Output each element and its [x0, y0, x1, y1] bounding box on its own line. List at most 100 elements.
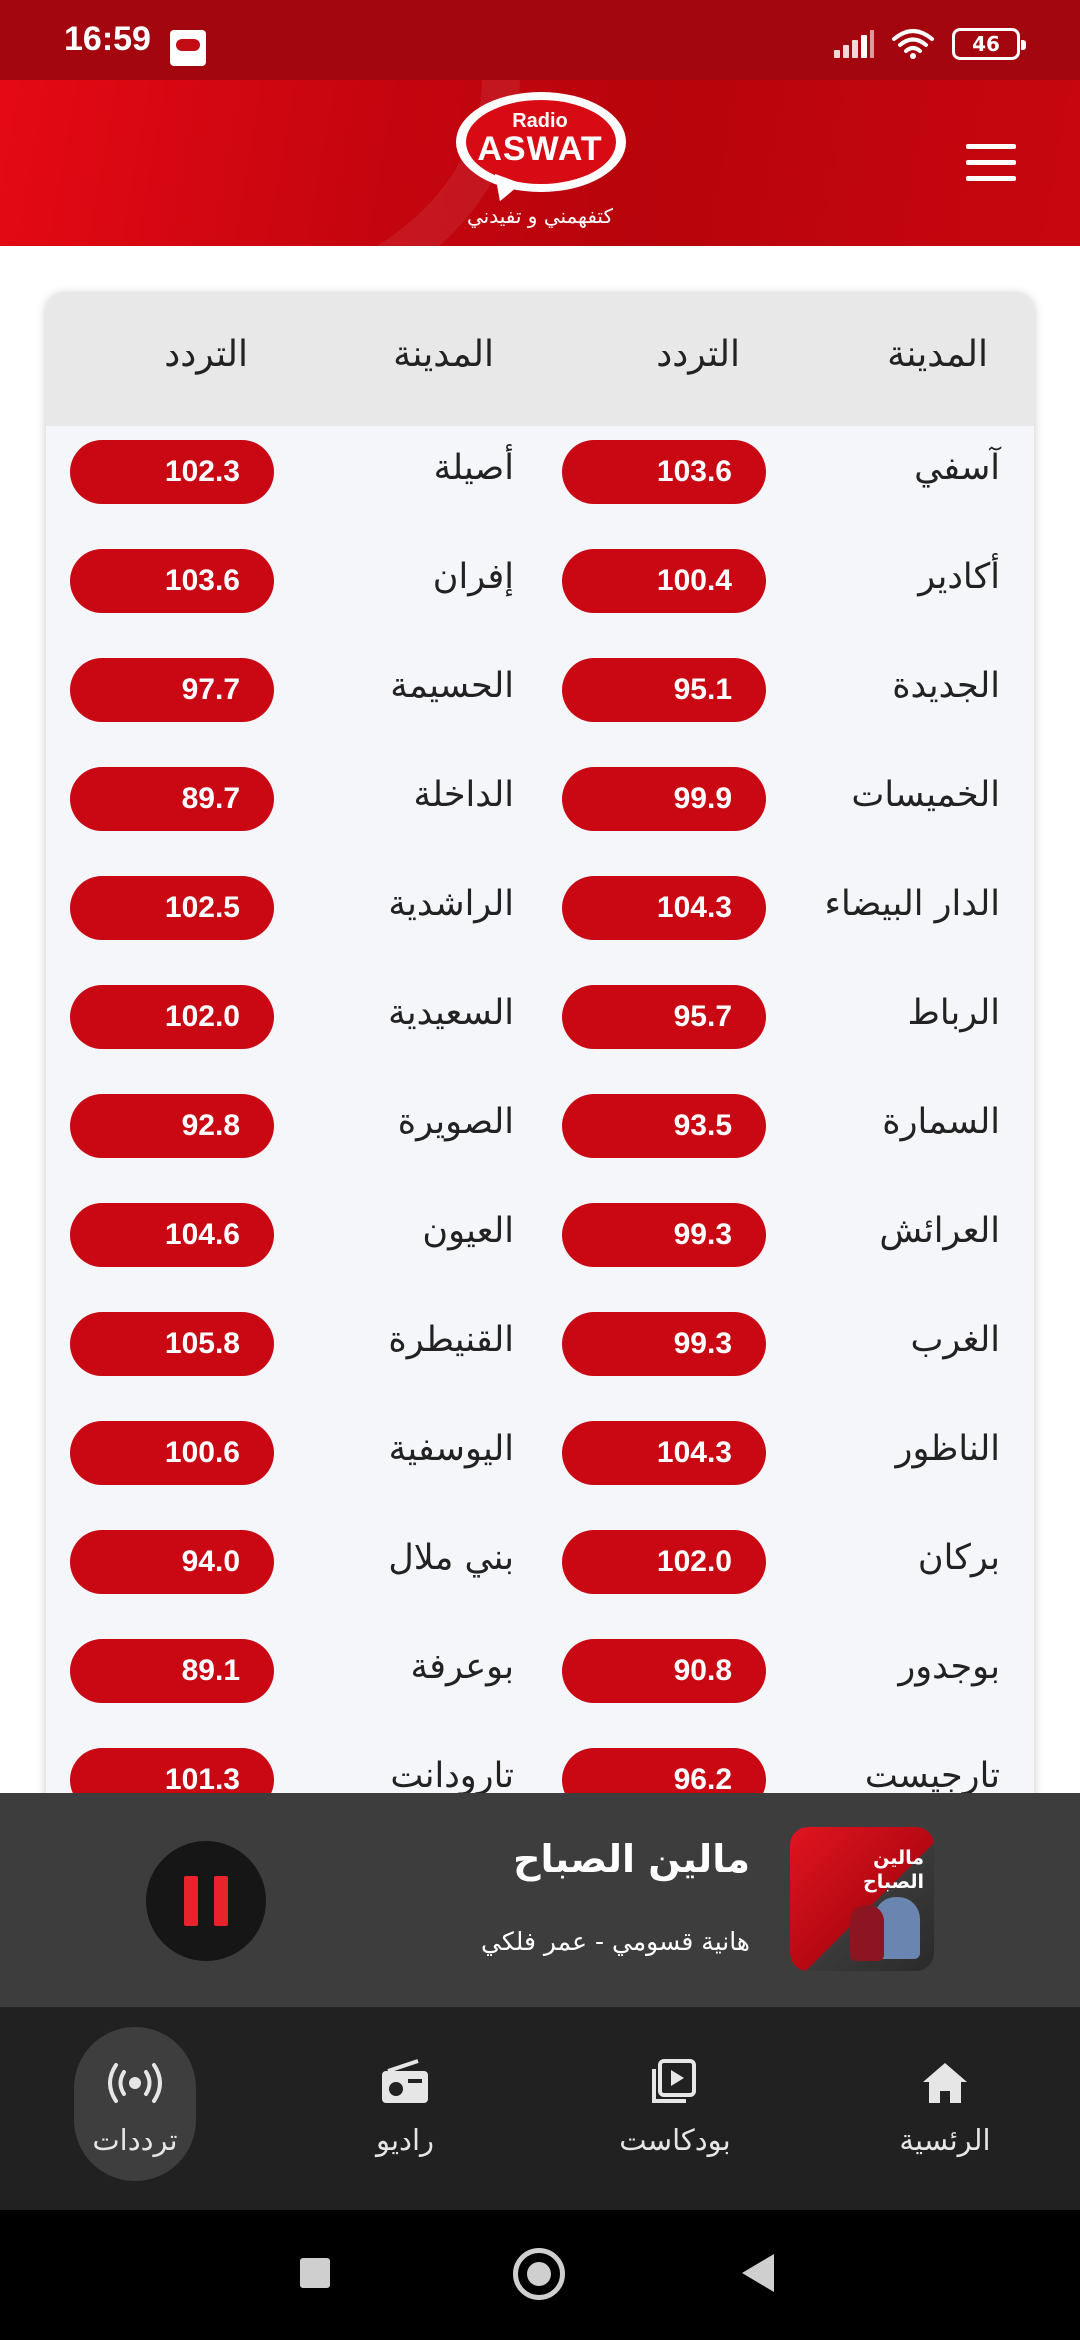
nav-label-radio: راديو [375, 2123, 435, 2157]
city-name: الجديدة [892, 666, 1000, 706]
table-row: الدار البيضاء 104.3 الراشدية 102.5 [46, 862, 1034, 971]
status-time: 16:59 [64, 20, 151, 58]
city-name: اليوسفية [388, 1429, 514, 1469]
frequency-badge[interactable]: 99.3 [562, 1203, 766, 1267]
now-playing-hosts: هانية قسومي - عمر فلكي [481, 1927, 750, 1956]
frequency-badge[interactable]: 104.3 [562, 1421, 766, 1485]
frequency-badge[interactable]: 95.7 [562, 985, 766, 1049]
city-name: أصيلة [433, 448, 514, 488]
city-name: آسفي [914, 448, 1000, 488]
frequency-badge[interactable]: 92.8 [70, 1094, 274, 1158]
header-city-a: المدينة [887, 334, 988, 375]
city-name: الرباط [907, 993, 1000, 1033]
pause-icon [184, 1876, 198, 1926]
frequency-badge[interactable]: 100.6 [70, 1421, 274, 1485]
frequency-badge[interactable]: 94.0 [70, 1530, 274, 1594]
table-row: الناظور 104.3 اليوسفية 100.6 [46, 1407, 1034, 1516]
frequency-badge[interactable]: 95.1 [562, 658, 766, 722]
logo-tagline: كتفهمني و تفيدني [467, 204, 613, 228]
city-name: العيون [422, 1211, 514, 1251]
now-playing-bar[interactable]: مالين الصباح هانية قسومي - عمر فلكي مالي… [0, 1793, 1080, 2007]
city-name: بوجدور [898, 1647, 1000, 1687]
frequency-badge[interactable]: 93.5 [562, 1094, 766, 1158]
app-header: Radio ASWAT كتفهمني و تفيدني [0, 80, 1080, 246]
table-row: الجديدة 95.1 الحسيمة 97.7 [46, 644, 1034, 753]
wifi-icon [892, 29, 934, 59]
city-name: أكادير [918, 557, 1000, 597]
system-navigation-bar [0, 2210, 1080, 2340]
city-name: الخميسات [851, 775, 1000, 815]
show-thumbnail: مالين الصباح [790, 1827, 934, 1971]
frequency-badge[interactable]: 103.6 [562, 440, 766, 504]
frequency-badge[interactable]: 89.1 [70, 1639, 274, 1703]
status-bar: 16:59 46 [0, 0, 1080, 80]
city-name: الغرب [910, 1320, 1000, 1360]
frequency-badge[interactable]: 102.5 [70, 876, 274, 940]
city-name: بني ملال [388, 1538, 514, 1578]
radio-aswat-logo[interactable]: Radio ASWAT كتفهمني و تفيدني [452, 86, 628, 236]
city-name: الراشدية [388, 884, 514, 924]
bottom-navigation: الرئسية بودكاست راديو ترددات [0, 2007, 1080, 2210]
table-row: الغرب 99.3 القنيطرة 105.8 [46, 1298, 1034, 1407]
back-icon[interactable] [742, 2254, 774, 2292]
city-name: إفران [432, 557, 514, 597]
city-name: الحسيمة [390, 666, 514, 706]
frequency-badge[interactable]: 104.6 [70, 1203, 274, 1267]
app-notification-icon [170, 30, 206, 66]
header-frequency-b: التردد [164, 334, 248, 375]
header-city-b: المدينة [393, 334, 494, 375]
city-name: السمارة [882, 1102, 1000, 1142]
city-name: بوعرفة [410, 1647, 514, 1687]
city-name: تارجيست [864, 1756, 1000, 1796]
thumbnail-title: مالين الصباح [863, 1847, 924, 1893]
nav-label-podcast: بودكاست [619, 2123, 731, 2157]
city-name: القنيطرة [388, 1320, 514, 1360]
frequency-badge[interactable]: 99.3 [562, 1312, 766, 1376]
table-row: بركان 102.0 بني ملال 94.0 [46, 1516, 1034, 1625]
thumbnail-host-image [850, 1905, 884, 1961]
frequency-badge[interactable]: 105.8 [70, 1312, 274, 1376]
table-header: المدينة التردد المدينة التردد [46, 292, 1034, 426]
table-row: العرائش 99.3 العيون 104.6 [46, 1189, 1034, 1298]
table-row: الرباط 95.7 السعيدية 102.0 [46, 971, 1034, 1080]
city-name: السعيدية [388, 993, 514, 1033]
city-name: تارودانت [390, 1756, 514, 1796]
nav-item-home[interactable]: الرئسية [884, 2027, 1006, 2181]
frequency-badge[interactable]: 97.7 [70, 658, 274, 722]
frequency-badge[interactable]: 102.0 [70, 985, 274, 1049]
table-row: الخميسات 99.9 الداخلة 89.7 [46, 753, 1034, 862]
radio-icon [382, 2059, 428, 2103]
table-row: بوجدور 90.8 بوعرفة 89.1 [46, 1625, 1034, 1734]
nav-label-home: الرئسية [899, 2123, 991, 2157]
frequency-badge[interactable]: 103.6 [70, 549, 274, 613]
frequency-badge[interactable]: 89.7 [70, 767, 274, 831]
table-row: آسفي 103.6 أصيلة 102.3 [46, 426, 1034, 535]
podcast-play-icon [652, 2059, 696, 2103]
home-button-icon[interactable] [513, 2248, 565, 2300]
frequency-badge[interactable]: 102.0 [562, 1530, 766, 1594]
logo-aswat-text: ASWAT [477, 130, 603, 168]
recent-apps-icon[interactable] [300, 2258, 330, 2288]
frequency-badge[interactable]: 99.9 [562, 767, 766, 831]
frequencies-table: المدينة التردد المدينة التردد آسفي 103.6 أ… [46, 292, 1034, 1812]
city-name: الداخلة [413, 775, 514, 815]
pause-button[interactable] [146, 1841, 266, 1961]
frequency-badge[interactable]: 100.4 [562, 549, 766, 613]
frequency-badge[interactable]: 102.3 [70, 440, 274, 504]
broadcast-icon [108, 2063, 162, 2103]
header-frequency-a: التردد [656, 334, 740, 375]
city-name: الدار البيضاء [824, 884, 1001, 924]
frequency-badge[interactable]: 104.3 [562, 876, 766, 940]
frequency-badge[interactable]: 90.8 [562, 1639, 766, 1703]
table-body: آسفي 103.6 أصيلة 102.3 أكادير 100.4 إفران 103.6… [46, 426, 1034, 1812]
home-icon [923, 2063, 967, 2103]
table-row: أكادير 100.4 إفران 103.6 [46, 535, 1034, 644]
city-name: الصويرة [397, 1102, 514, 1142]
nav-item-podcast[interactable]: بودكاست [614, 2027, 736, 2181]
battery-icon: 46 [952, 28, 1026, 60]
now-playing-title: مالين الصباح [513, 1837, 750, 1881]
nav-item-radio[interactable]: راديو [344, 2027, 466, 2181]
city-name: العرائش [879, 1211, 1000, 1251]
nav-item-frequencies[interactable]: ترددات [74, 2027, 196, 2181]
hamburger-menu-icon[interactable] [966, 144, 1016, 182]
